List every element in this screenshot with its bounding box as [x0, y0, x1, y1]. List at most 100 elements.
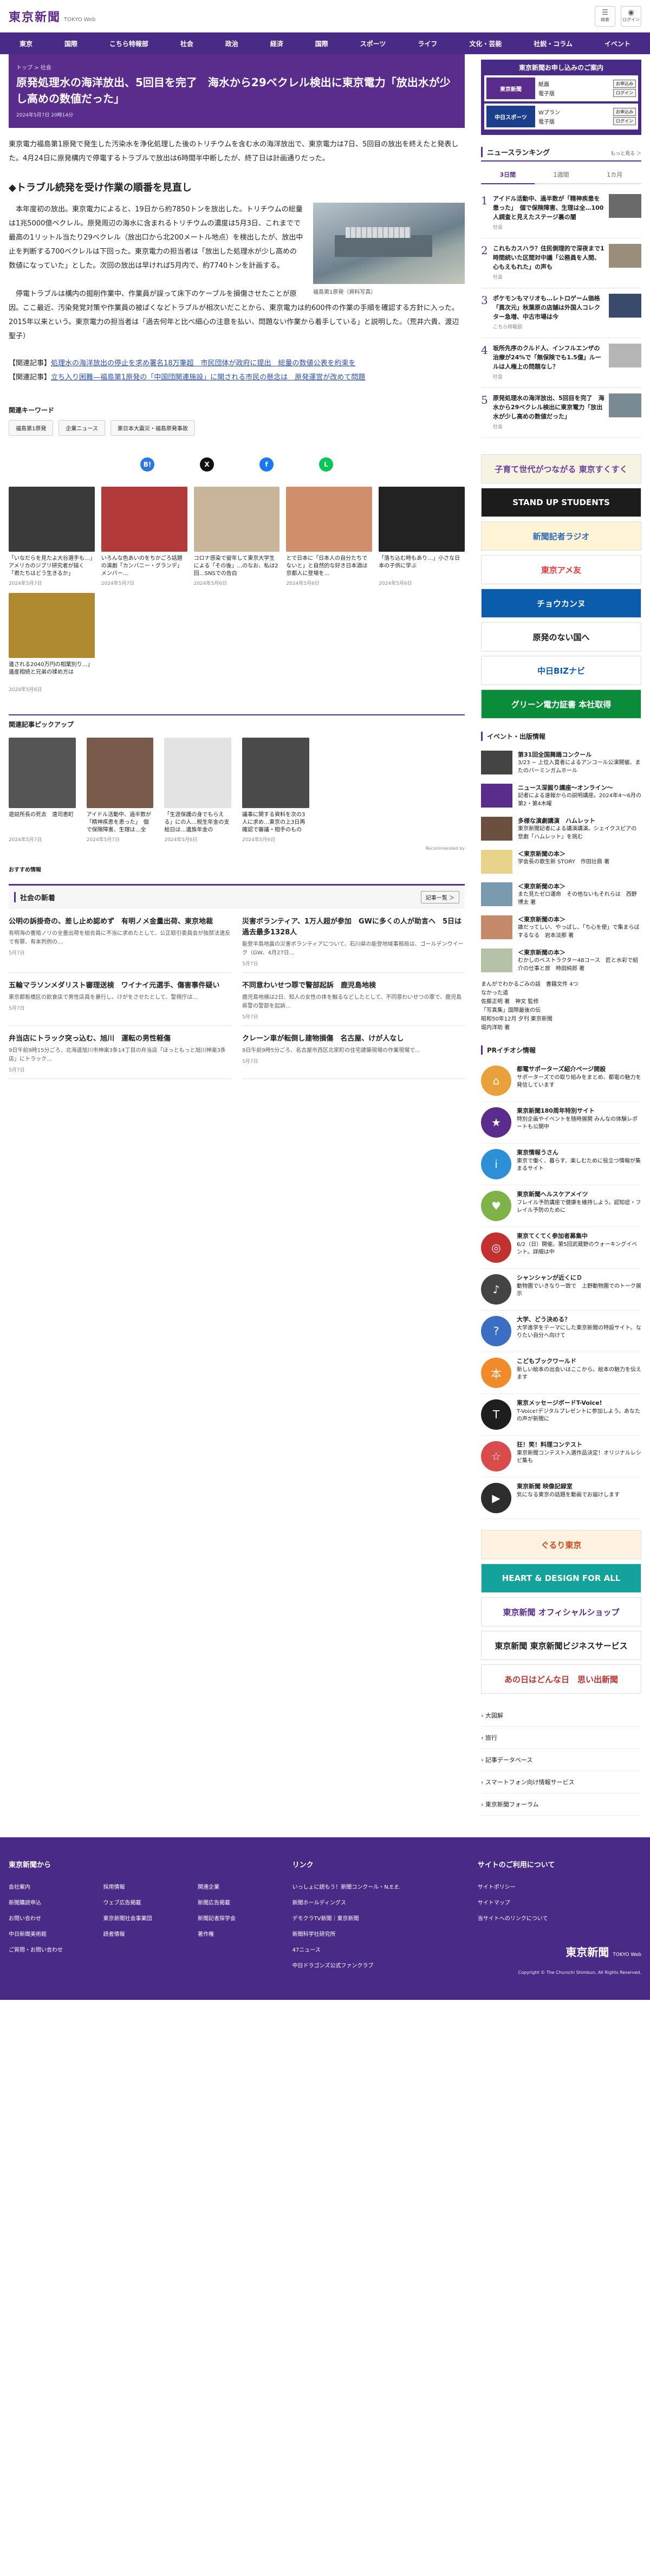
nav-item[interactable]: こちら特報部 — [106, 39, 152, 48]
footer-link[interactable]: 47ニュース — [292, 1945, 456, 1953]
footer-link[interactable]: 中日ドラゴンズ公式ファンクラブ — [292, 1961, 456, 1969]
footer-link[interactable]: デモクラTV新聞｜東京新聞 — [292, 1914, 456, 1922]
footer-link[interactable]: 会社案内 — [9, 1882, 82, 1890]
side-link[interactable]: › 旅行 — [481, 1727, 641, 1749]
event-item[interactable]: ＜東京新聞の本＞ 誰だってしい、やっぱし、「ち心を使」で集まらばするなる 岩本淡那… — [481, 911, 641, 944]
event-item[interactable]: ニュース深掘り講座〜オンライン〜 記者による速報からの説明講座。2024年4〜6月… — [481, 779, 641, 812]
pr-item[interactable]: ★ 東京新聞180周年特別サイト 特別企画やイベントを随時展開 みんなの体験レポート… — [481, 1102, 641, 1144]
related-link-text[interactable]: 立ち入り困難—福島第1原発の「中国団関連施設」に関される市民の懸念は 原発運営が… — [51, 373, 365, 382]
ranking-tab[interactable]: 1週間 — [534, 166, 588, 184]
side-banner[interactable]: 子育て世代がつながる 東京すくすく — [481, 454, 641, 483]
footer-link[interactable]: 採用情報 — [103, 1882, 177, 1890]
footer-logo[interactable]: 東京新聞 TOKYO Web — [478, 1944, 641, 1959]
keyword-tag[interactable]: 東日本大震災・福島原発事故 — [110, 420, 195, 436]
pr-item[interactable]: i 東京情報うさん 東京で働く、暮らす、楽しむために役立つ情報が集まるサイト — [481, 1144, 641, 1185]
option-button[interactable]: ログイン — [613, 89, 636, 97]
photo-card[interactable]: とで日本に「日本人の自分たちでないと」と自然的な好き日本酒は京都人に登場を… 20… — [286, 487, 373, 586]
footer-link[interactable]: 新聞ホールディングス — [292, 1898, 456, 1906]
event-item[interactable]: ＜東京新聞の本＞ また見たゼロ運命 その他ないもそれらは 西野博太 著 — [481, 878, 641, 911]
side-banner[interactable]: 原発のない国へ — [481, 622, 641, 651]
footer-link[interactable]: 新聞科学社研究所 — [292, 1929, 456, 1938]
footer-link[interactable]: 著作権 — [198, 1929, 271, 1938]
side-link[interactable]: › 東京新聞フォーラム — [481, 1793, 641, 1816]
news-item[interactable]: クレーン車が転倒し建物損傷 名古屋、けが人なし 9日午前9時5分ごろ、名古屋市西区… — [242, 1026, 465, 1079]
news-item[interactable]: 五輪マラソンメダリスト審理送検 ワイナイ元選手、傷害事件疑い 東京都板橋区の飲食店… — [9, 973, 231, 1026]
footer-link[interactable]: 関連企業 — [198, 1882, 271, 1890]
ranking-item[interactable]: 3 ポケモンもマリオも…レトロゲーム価格「異次元」秋葉原の店舗は外国人コレクター急… — [481, 288, 641, 338]
nav-item[interactable]: 経済 — [267, 39, 287, 48]
nav-item[interactable]: スポーツ — [357, 39, 389, 48]
photo-card[interactable]: コロナ感染で留年して東京大学生による「その後」…のなお、私は2回…SNSでの告白… — [193, 487, 280, 586]
side-banner[interactable]: グリーン電力証書 本社取得 — [481, 689, 641, 719]
option-button[interactable]: ログイン — [613, 117, 636, 125]
photo-card[interactable]: いろんな色あいのをちかごろ話題の演劇「カンバニー・グランデ」メンバー… 2024年… — [101, 487, 187, 586]
news-item[interactable]: 不同意わいせつ罪で警部起訴 鹿児島地検 鹿児島地検は2日、知人の女性の体を触るなど… — [242, 973, 465, 1026]
footer-link[interactable]: 当サイトへのリンクについて — [478, 1914, 641, 1922]
photo-card[interactable]: 「いなだらを見たよ大谷選手も…」アメリカのジブリ研究者が描く「君たちはどう生きる… — [9, 487, 95, 586]
side-banner[interactable]: 新聞記者ラジオ — [481, 521, 641, 551]
pr-item[interactable]: T 東京メッセージボードT-Voice! T-Voice!デジタルプレゼントに参加し… — [481, 1394, 641, 1436]
pr-item[interactable]: ☆ 狂！笑！料理コンテスト 東京新聞コンテスト入選作品決定！オリジナルレシピ集も — [481, 1436, 641, 1477]
side-banner[interactable]: 東京新聞 オフィシャルショップ — [481, 1597, 641, 1626]
footer-link[interactable]: 読者情報 — [103, 1929, 177, 1938]
share-icon[interactable]: L — [319, 457, 333, 472]
footer-link[interactable]: いっしょに読もう！新聞コンクール・N.E.E. — [292, 1882, 456, 1890]
event-item[interactable]: ＜東京新聞の本＞ 学会長の歌生新 STORY 作田壮鼎 著 — [481, 845, 641, 878]
nav-item[interactable]: 社会 — [177, 39, 197, 48]
nav-item[interactable]: ライフ — [414, 39, 440, 48]
footer-link[interactable]: 東京新聞社会事業団 — [103, 1914, 177, 1922]
share-icon[interactable]: X — [200, 457, 214, 472]
event-item[interactable]: 多様な演劇講演 ハムレット 東京新聞記者による講演講演。シェイクスピアの悲劇「ハム… — [481, 812, 641, 845]
related-link-text[interactable]: 処理水の海洋放出の停止を求め署名18万筆超 市民団体が政府に提出 総量の数値公表… — [51, 359, 356, 367]
pr-item[interactable]: ⌂ 都電サポーターズ紹介ページ開設 サポーターズでの取り組みをまとめ、都電の魅力を発… — [481, 1060, 641, 1102]
nav-item[interactable]: 文化・芸能 — [466, 39, 505, 48]
nav-item[interactable]: 政治 — [222, 39, 242, 48]
footer-link[interactable]: 新聞広告掲載 — [198, 1898, 271, 1906]
nav-item[interactable]: 東京 — [16, 39, 36, 48]
ranking-tab[interactable]: 3日間 — [481, 166, 535, 184]
footer-link[interactable]: サイトポリシー — [478, 1882, 641, 1890]
side-banner[interactable]: あの日はどんな日 思い出新聞 — [481, 1664, 641, 1694]
pr-item[interactable]: ▶ 東京新聞 映像記録室 気になる東京の話題を動画でお届けします — [481, 1477, 641, 1519]
nav-item[interactable]: 国際 — [312, 39, 332, 48]
side-banner[interactable]: HEART & DESIGN FOR ALL — [481, 1564, 641, 1593]
footer-link[interactable]: 中日新聞美術館 — [9, 1929, 82, 1938]
pr-item[interactable]: ? 大学、どう決める？ 大学進学をテーマにした東京新聞の特設サイト。なりたい自分へ向… — [481, 1310, 641, 1352]
article-list-button[interactable]: 記事一覧 ＞ — [420, 891, 459, 903]
pr-item[interactable]: ♪ シャンシャンが近くにＤ 動物園でいきなり一致で 上野動物園でのトーク展示 — [481, 1269, 641, 1310]
footer-link[interactable]: ウェブ広告掲載 — [103, 1898, 177, 1906]
option-button[interactable]: お申込み — [613, 108, 636, 116]
footer-link[interactable]: サイトマップ — [478, 1898, 641, 1906]
login-button[interactable]: ◉ ログイン — [621, 5, 641, 27]
news-item[interactable]: 災害ボランティア、1万人超が参加 GWに多くの人が助言へ 5日は過去最多1328… — [242, 909, 465, 973]
share-icon[interactable]: f — [259, 457, 274, 472]
pickup-card[interactable]: 遊説所長の死去 遠司恵町 2024年5月7日 — [9, 738, 76, 843]
nav-item[interactable]: 国際 — [61, 39, 81, 48]
ranking-tab[interactable]: 1カ月 — [588, 166, 642, 184]
nav-item[interactable]: イベント — [601, 39, 634, 48]
side-link[interactable]: › 大図解 — [481, 1705, 641, 1727]
side-banner[interactable]: 中日BIZナビ — [481, 656, 641, 685]
ranking-item[interactable]: 4 坂所先序のクルド人、インフルエンザの治療が24%で「無保険でも1.5億」ルール… — [481, 338, 641, 388]
photo-card[interactable]: 「落ち込む時もあり…」小さな日本の子供に学ぶ 2024年5月6日 — [379, 487, 465, 586]
footer-link[interactable]: 新聞購読申込 — [9, 1898, 82, 1906]
option-button[interactable]: お申込み — [613, 80, 636, 88]
nav-item[interactable]: 社説・コラム — [530, 39, 576, 48]
pickup-card[interactable]: 「生涯保護の身でもらえる」にの人…税生年金の支給日は…遺族年金の 2024年5月6… — [164, 738, 231, 843]
news-item[interactable]: 弁当店にトラック突っ込む、旭川 運転の男性軽傷 9日午前9時15分ごろ、北海道旭川… — [9, 1026, 231, 1079]
ranking-item[interactable]: 5 原発処理水の海洋放出、5回目を完了 海水から29ベクレル検出に東京電力「放出水… — [481, 388, 641, 438]
side-banner[interactable]: 東京アメ友 — [481, 555, 641, 584]
ranking-item[interactable]: 1 アイドル活動中、過半数が「精神疾患を患った」 個で保険障害、生理は全…100人… — [481, 189, 641, 238]
pr-item[interactable]: 本こどもブックワールド 新しい絵本の出会いはここから。絵本の魅力を伝えます — [481, 1352, 641, 1394]
photo-card[interactable]: 遺される2040万円の相葉別り…」遺産相続と兄弟の揉め方は 2024年5月6日 — [9, 593, 95, 693]
keyword-tag[interactable]: 企業ニュース — [58, 420, 105, 436]
side-link[interactable]: › スマートフォン向け情報サービス — [481, 1771, 641, 1793]
pickup-card[interactable]: アイドル活動中、過半数が「精神疾患を患った」 個で保険障害、生理は…全100人聞… — [86, 738, 154, 843]
keyword-tag[interactable]: 福島第1原発 — [9, 420, 54, 436]
footer-link[interactable]: ご質問・お問い合わせ — [9, 1945, 271, 1953]
side-banner[interactable]: STAND UP STUDENTS — [481, 488, 641, 517]
site-logo[interactable]: 東京新聞 TOKYO Web — [9, 8, 96, 25]
ranking-more-link[interactable]: もっと見る ＞ — [610, 150, 641, 157]
ranking-item[interactable]: 2 これもカスハラ？住民側理的で深夜まで1時間続いた区間対中議「公務員を人間、心も… — [481, 238, 641, 288]
breadcrumb[interactable]: トップ > 社会 — [16, 63, 457, 71]
